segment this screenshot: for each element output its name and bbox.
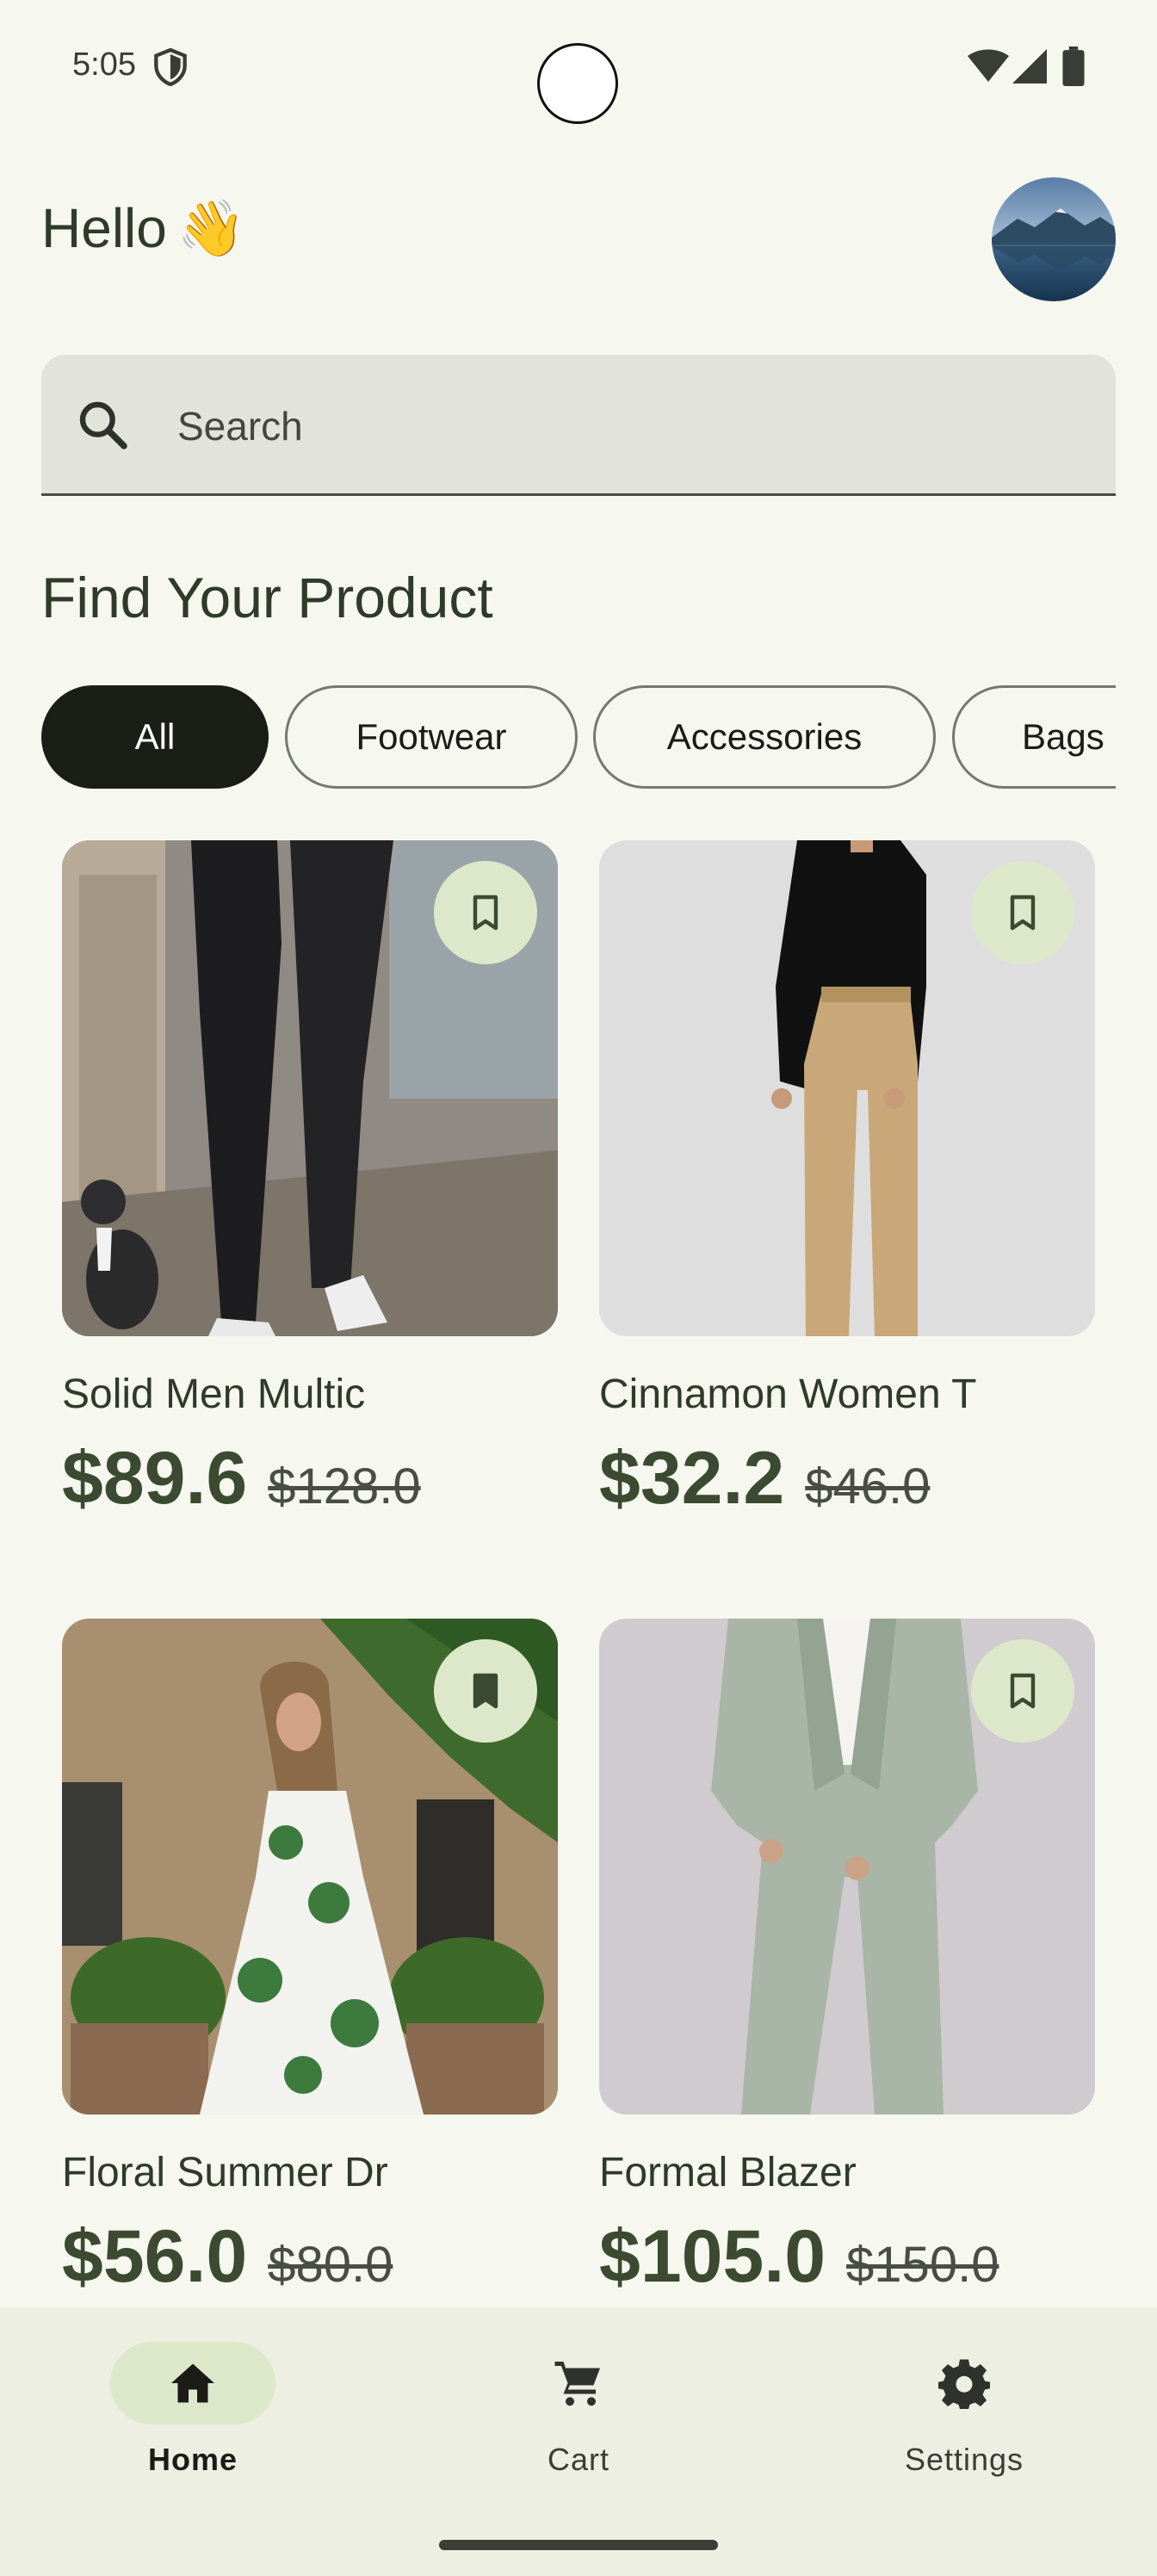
bookmark-button[interactable] [434,861,537,964]
product-image [599,1619,1095,2115]
product-old-price: $80.0 [268,2237,393,2293]
search-bar[interactable] [41,355,1116,496]
nav-item-home[interactable]: Home [64,2342,322,2514]
product-image [62,840,558,1336]
nav-label: Cart [547,2442,609,2477]
bookmark-outline-icon [1010,1673,1036,1709]
gear-icon [938,2359,990,2409]
nav-item-cart[interactable]: Cart [449,2342,708,2514]
greeting-heading: Hello 👋 [41,196,246,261]
bookmark-outline-icon [1010,895,1036,931]
avatar-mountain-lake-image [992,177,1116,301]
nav-item-settings[interactable]: Settings [835,2342,1093,2514]
nav-active-indicator [110,2342,275,2424]
product-price: $89.6 [62,1437,248,1520]
product-title: Cinnamon Women T [599,1372,977,1417]
chip-all[interactable]: All [41,685,269,789]
price-row: $105.0 $150.0 [599,2214,999,2300]
section-title: Find Your Product [41,566,493,629]
search-input[interactable] [176,393,1074,460]
bookmark-button[interactable] [434,1639,537,1743]
app-screen: 5:05 Hello 👋 Search Find Your Product Al… [0,0,1157,2576]
status-bar: 5:05 [0,0,1157,138]
waving-hand-emoji: 👋 [176,197,246,259]
camera-cutout [537,43,618,124]
nav-label: Settings [904,2442,1024,2477]
bookmark-outline-icon [473,895,498,931]
bottom-navigation: Home Cart Settings [0,2307,1157,2576]
battery-icon [1062,46,1085,86]
signal-icon [1012,49,1047,84]
chip-bags[interactable]: Bags [952,685,1116,789]
nav-label: Home [147,2442,238,2477]
product-price: $32.2 [599,1437,785,1520]
product-title: Floral Summer Dr [62,2150,388,2195]
shield-icon [154,48,187,86]
product-image [599,840,1095,1336]
chip-footwear[interactable]: Footwear [285,685,578,789]
product-title: Solid Men Multic [62,1372,366,1417]
wifi-icon [968,49,1009,82]
cart-icon [554,2362,600,2406]
product-old-price: $46.0 [805,1458,931,1514]
bookmark-button[interactable] [971,1639,1074,1743]
product-price: $56.0 [62,2215,248,2298]
product-title: Formal Blazer [599,2150,857,2195]
product-old-price: $150.0 [846,2237,999,2293]
search-icon [79,401,127,449]
nav-indicator [882,2342,1047,2424]
price-row: $89.6 $128.0 [62,1436,421,1521]
price-row: $32.2 $46.0 [599,1436,930,1521]
chip-accessories[interactable]: Accessories [593,685,936,789]
status-time: 5:05 [72,46,136,83]
bookmark-button[interactable] [971,861,1074,964]
nav-indicator [496,2342,661,2424]
product-old-price: $128.0 [268,1458,421,1514]
greeting-text: Hello [41,197,167,259]
home-icon [171,2363,214,2403]
avatar[interactable] [992,177,1116,301]
bookmark-filled-icon [473,1673,498,1709]
price-row: $56.0 $80.0 [62,2214,393,2300]
product-image [62,1619,558,2115]
product-price: $105.0 [599,2215,826,2298]
gesture-home-bar[interactable] [439,2540,718,2550]
category-chips: All Footwear Accessories Bags [41,685,1116,790]
